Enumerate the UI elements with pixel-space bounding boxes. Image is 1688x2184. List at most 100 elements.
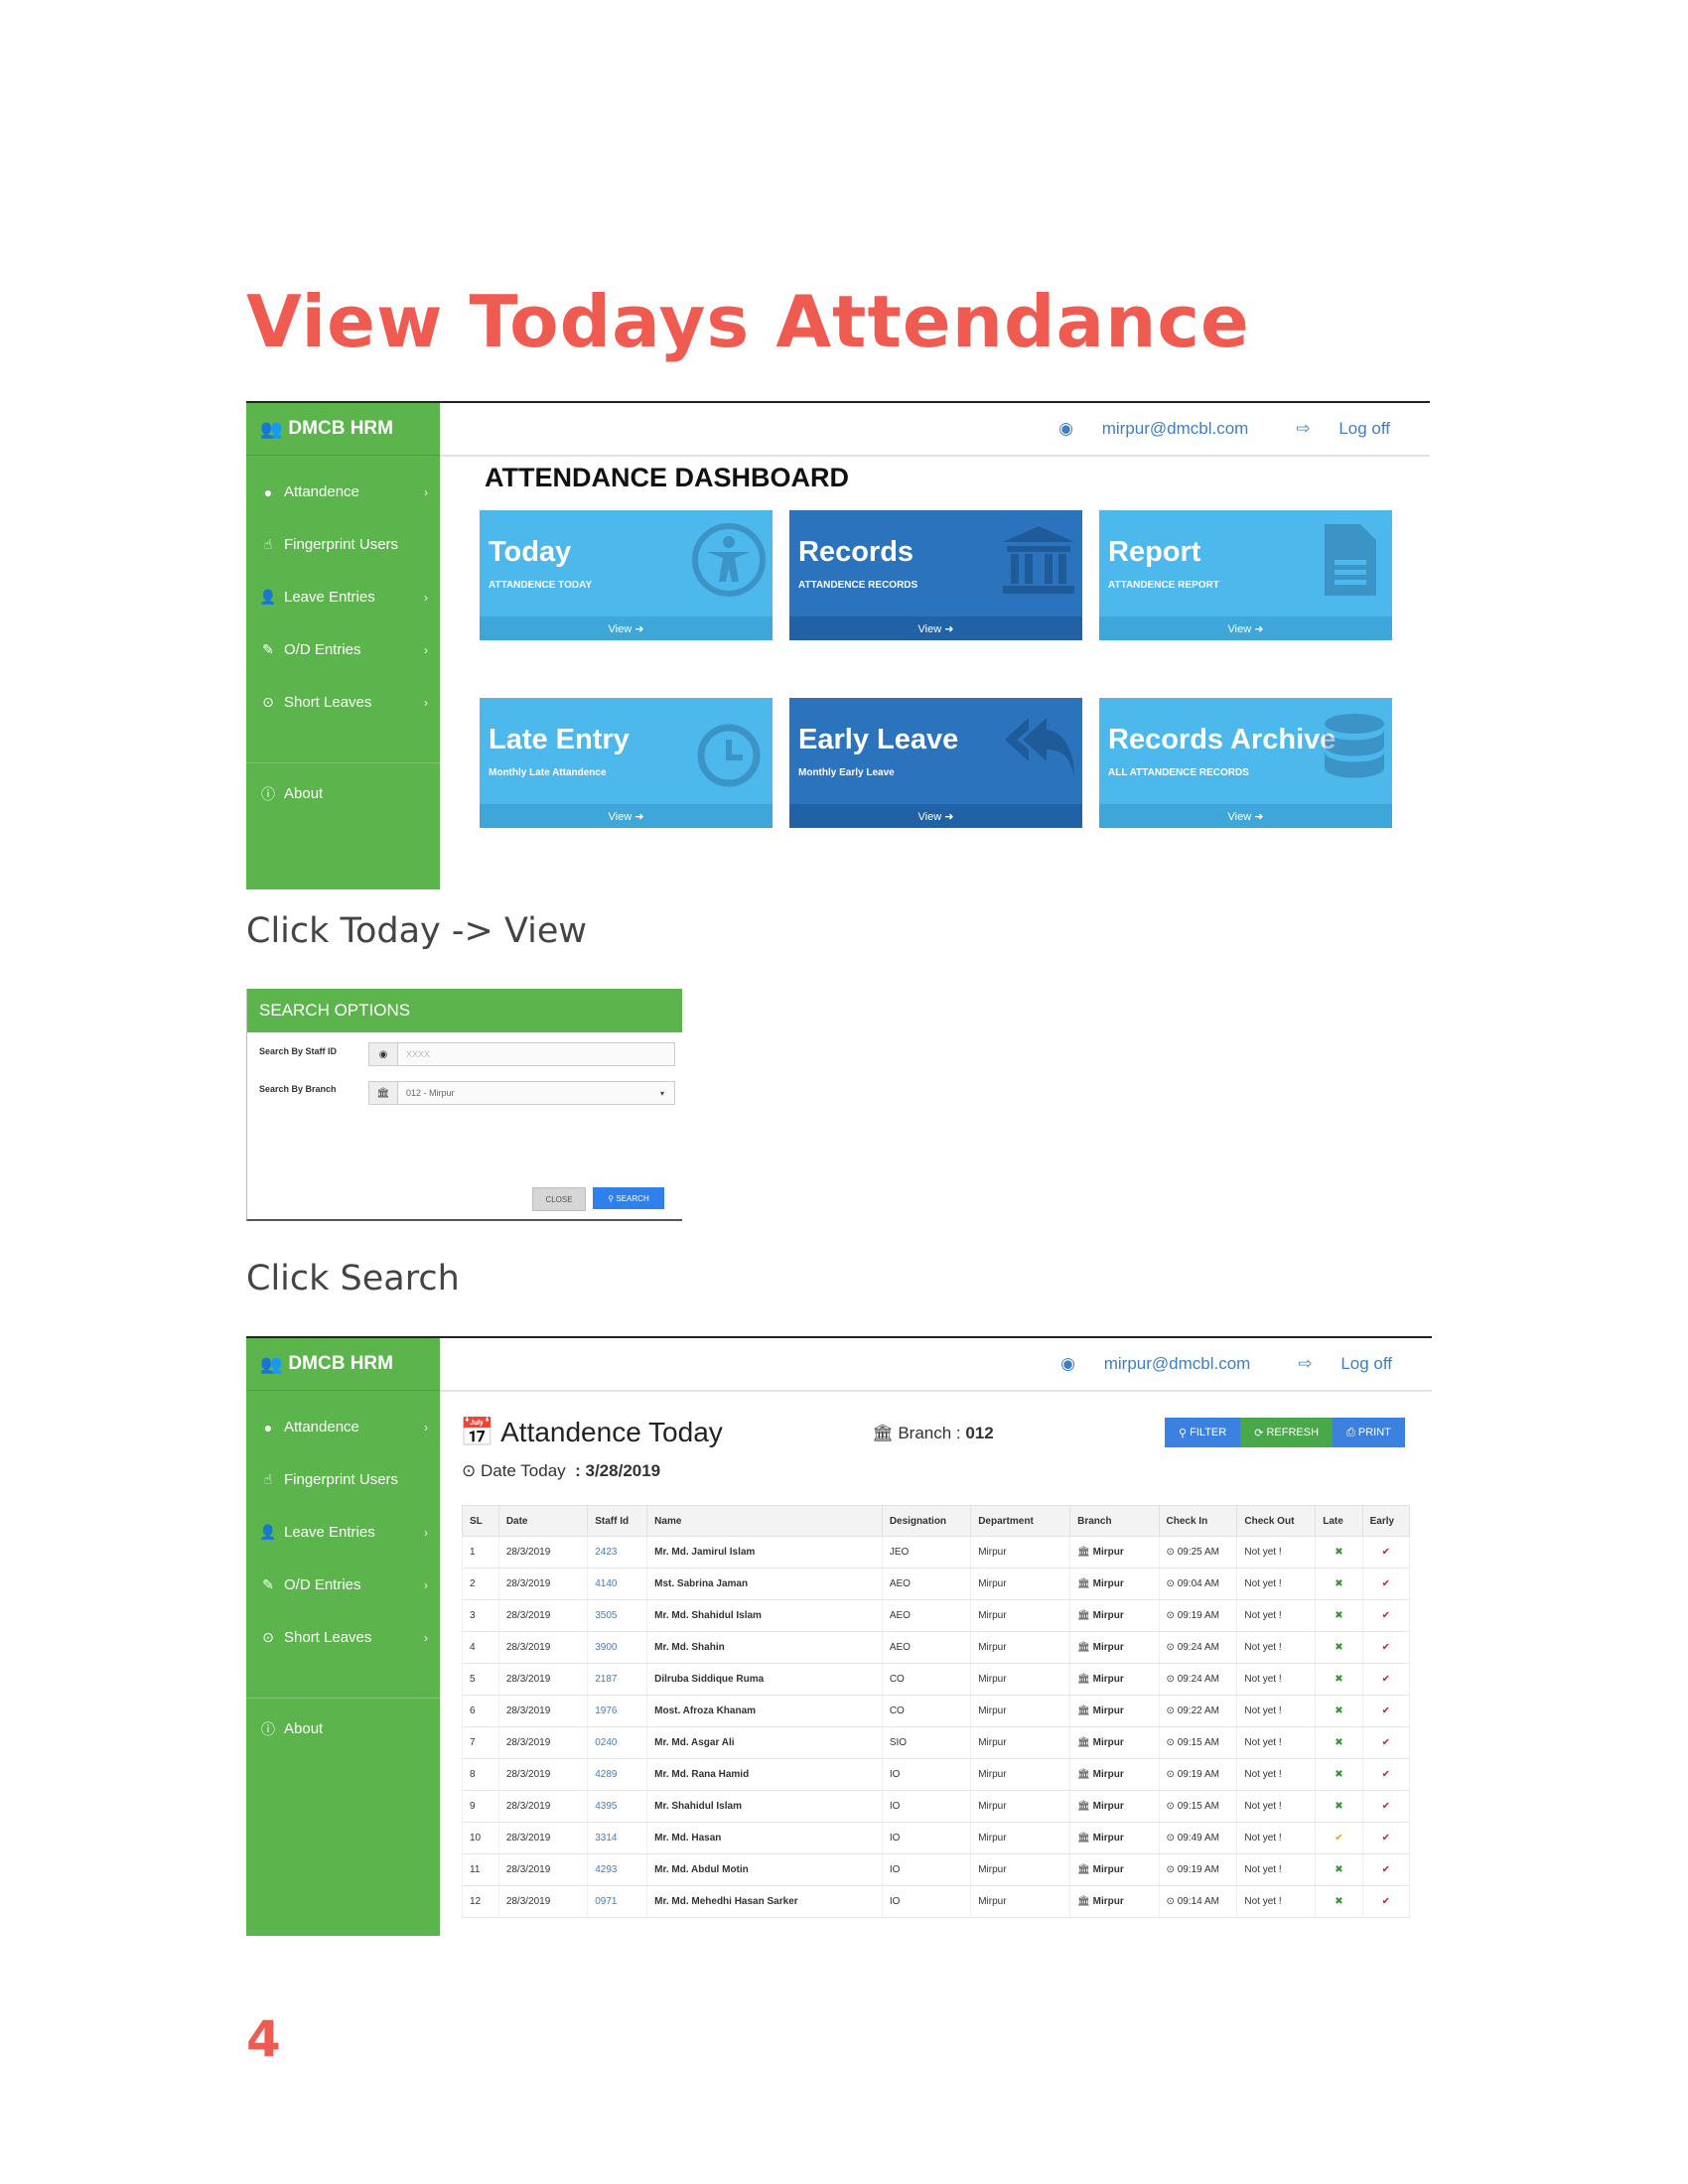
column-header[interactable]: SL xyxy=(462,1505,499,1537)
tile-records[interactable]: Records ATTANDENCE RECORDS View ➜ xyxy=(789,510,1082,640)
sidebar-item-about[interactable]: ⓘ About xyxy=(246,767,440,820)
logoff-link[interactable]: ⇨ Log off xyxy=(1272,419,1390,439)
cell-check-in: ⊙ 09:49 AM xyxy=(1158,1822,1238,1854)
column-header[interactable]: Late xyxy=(1315,1505,1363,1537)
sidebar-divider xyxy=(246,1698,440,1699)
cell-branch: 🏛 Mirpur xyxy=(1069,1631,1160,1664)
print-button[interactable]: ⎙ PRINT xyxy=(1333,1418,1405,1447)
cell-staff-id[interactable]: 3900 xyxy=(587,1631,648,1664)
logoff-link[interactable]: ⇨ Log off xyxy=(1274,1354,1392,1374)
cell-staff-id[interactable]: 4140 xyxy=(587,1568,648,1600)
tile-view-link[interactable]: View ➜ xyxy=(1099,616,1392,640)
clock-icon: ⊙ xyxy=(1166,1864,1178,1875)
branch-indicator: 🏛 Branch : 012 xyxy=(872,1424,994,1443)
sidebar-item-leave-entries[interactable]: 👤 Leave Entries › xyxy=(246,571,440,623)
cell-date: 28/3/2019 xyxy=(497,1568,589,1600)
tile-view-link[interactable]: View ➜ xyxy=(1099,804,1392,828)
table-row[interactable]: 1 28/3/2019 2423 Mr. Md. Jamirul Islam JEO Mi… xyxy=(462,1536,1411,1569)
table-row[interactable]: 11 28/3/2019 4293 Mr. Md. Abdul Motin IO Mirp… xyxy=(462,1853,1411,1886)
table-row[interactable]: 10 28/3/2019 3314 Mr. Md. Hasan IO Mirpur 🏛 Mi… xyxy=(462,1822,1411,1854)
cell-early: ✔ xyxy=(1361,1885,1411,1918)
table-row[interactable]: 7 28/3/2019 0240 Mr. Md. Asgar Ali SIO Mirpur… xyxy=(462,1726,1411,1759)
cell-staff-id[interactable]: 4293 xyxy=(587,1853,648,1886)
sidebar-item-fingerprint-users[interactable]: ☝ Fingerprint Users xyxy=(246,1453,440,1506)
cell-early: ✔ xyxy=(1361,1695,1411,1727)
table-row[interactable]: 2 28/3/2019 4140 Mst. Sabrina Jaman AEO Mirpu… xyxy=(462,1568,1411,1600)
column-header[interactable]: Check In xyxy=(1158,1505,1238,1537)
search-options-header: SEARCH OPTIONS xyxy=(247,989,682,1032)
filter-button-label: FILTER xyxy=(1190,1427,1227,1438)
search-button[interactable]: ⚲ SEARCH xyxy=(593,1187,664,1209)
cell-date: 28/3/2019 xyxy=(497,1631,589,1664)
cell-staff-id[interactable]: 3314 xyxy=(587,1822,648,1854)
cell-department: Mirpur xyxy=(970,1885,1071,1918)
cell-staff-id[interactable]: 0240 xyxy=(587,1726,648,1759)
tile-early-leave[interactable]: Early Leave Monthly Early Leave View ➜ xyxy=(789,698,1082,828)
table-row[interactable]: 6 28/3/2019 1976 Most. Afroza Khanam CO Mirpu… xyxy=(462,1695,1411,1727)
cell-branch: 🏛 Mirpur xyxy=(1069,1568,1160,1600)
tile-view-link[interactable]: View ➜ xyxy=(480,616,773,640)
user-email-link[interactable]: ◉ mirpur@dmcbl.com xyxy=(1037,1354,1250,1374)
cell-late: ✖ xyxy=(1315,1536,1363,1569)
table-row[interactable]: 8 28/3/2019 4289 Mr. Md. Rana Hamid IO Mirpur… xyxy=(462,1758,1411,1791)
cell-department: Mirpur xyxy=(970,1663,1071,1696)
brand[interactable]: 👥 DMCB HRM xyxy=(246,1338,440,1391)
print-icon: ⎙ xyxy=(1346,1426,1358,1438)
cell-late: ✖ xyxy=(1315,1853,1363,1886)
table-row[interactable]: 9 28/3/2019 4395 Mr. Shahidul Islam IO Mirpur… xyxy=(462,1790,1411,1823)
sidebar-item-short-leaves[interactable]: ⊙ Short Leaves › xyxy=(246,1611,440,1664)
user-email-link[interactable]: ◉ mirpur@dmcbl.com xyxy=(1035,419,1248,439)
sidebar-item-leave-entries[interactable]: 👤 Leave Entries › xyxy=(246,1506,440,1559)
tile-today[interactable]: Today ATTANDENCE TODAY View ➜ xyxy=(480,510,773,640)
close-button[interactable]: CLOSE xyxy=(532,1187,586,1211)
column-header[interactable]: Branch xyxy=(1069,1505,1160,1537)
staff-id-field[interactable]: ◉ XXXX xyxy=(368,1042,675,1066)
sidebar-item-attendance[interactable]: ● Attandence › xyxy=(246,466,440,518)
tile-late-entry[interactable]: Late Entry Monthly Late Attandence View … xyxy=(480,698,773,828)
table-row[interactable]: 3 28/3/2019 3505 Mr. Md. Shahidul Islam AEO M… xyxy=(462,1599,1411,1632)
info-icon: ⓘ xyxy=(261,1720,275,1737)
tile-view-link[interactable]: View ➜ xyxy=(480,804,773,828)
column-header[interactable]: Date xyxy=(497,1505,589,1537)
filter-button[interactable]: ⚲ FILTER xyxy=(1165,1418,1241,1447)
column-header[interactable]: Staff Id xyxy=(587,1505,648,1537)
tile-records-archive[interactable]: Records Archive ALL ATTANDENCE RECORDS V… xyxy=(1099,698,1392,828)
branch-select[interactable]: 🏛 012 - Mirpur ▾ xyxy=(368,1081,675,1105)
chevron-right-icon: › xyxy=(424,1420,428,1434)
column-header[interactable]: Name xyxy=(646,1505,883,1537)
cell-staff-id[interactable]: 4289 xyxy=(587,1758,648,1791)
tile-view-link[interactable]: View ➜ xyxy=(789,616,1082,640)
table-row[interactable]: 4 28/3/2019 3900 Mr. Md. Shahin AEO Mirpur 🏛 M… xyxy=(462,1631,1411,1664)
brand[interactable]: 👥 DMCB HRM xyxy=(246,403,440,456)
cell-late: ✖ xyxy=(1315,1599,1363,1632)
tile-report[interactable]: Report ATTANDENCE REPORT View ➜ xyxy=(1099,510,1392,640)
cell-staff-id[interactable]: 2187 xyxy=(587,1663,648,1696)
search-button-label: SEARCH xyxy=(616,1193,649,1203)
tile-view-link[interactable]: View ➜ xyxy=(789,804,1082,828)
refresh-button[interactable]: ⟳ REFRESH xyxy=(1240,1418,1334,1447)
sidebar-item-label: Attandence xyxy=(284,483,359,500)
accessibility-icon xyxy=(692,523,766,597)
column-header[interactable]: Check Out xyxy=(1236,1505,1317,1537)
cell-sl: 3 xyxy=(462,1599,499,1632)
column-header[interactable]: Early xyxy=(1361,1505,1411,1537)
sidebar-item-short-leaves[interactable]: ⊙ Short Leaves › xyxy=(246,676,440,729)
cell-early: ✔ xyxy=(1361,1568,1411,1600)
sidebar-item-fingerprint-users[interactable]: ☝ Fingerprint Users xyxy=(246,518,440,571)
cell-staff-id[interactable]: 1976 xyxy=(587,1695,648,1727)
cell-name: Mr. Md. Mehedhi Hasan Sarker xyxy=(646,1885,883,1918)
column-header[interactable]: Department xyxy=(970,1505,1071,1537)
cell-staff-id[interactable]: 2423 xyxy=(587,1536,648,1569)
table-row[interactable]: 12 28/3/2019 0971 Mr. Md. Mehedhi Hasan Sar… xyxy=(462,1885,1411,1918)
sidebar-item-attendance[interactable]: ● Attandence › xyxy=(246,1401,440,1453)
cell-staff-id[interactable]: 3505 xyxy=(587,1599,648,1632)
sidebar-item-od-entries[interactable]: ✎ O/D Entries › xyxy=(246,623,440,676)
cell-staff-id[interactable]: 0971 xyxy=(587,1885,648,1918)
cell-late: ✖ xyxy=(1315,1663,1363,1696)
sidebar-item-od-entries[interactable]: ✎ O/D Entries › xyxy=(246,1559,440,1611)
cell-staff-id[interactable]: 4395 xyxy=(587,1790,648,1823)
table-row[interactable]: 5 28/3/2019 2187 Dilruba Siddique Ruma CO Mir… xyxy=(462,1663,1411,1696)
column-header[interactable]: Designation xyxy=(881,1505,972,1537)
sidebar-item-about[interactable]: ⓘ About xyxy=(246,1703,440,1755)
cell-department: Mirpur xyxy=(970,1726,1071,1759)
